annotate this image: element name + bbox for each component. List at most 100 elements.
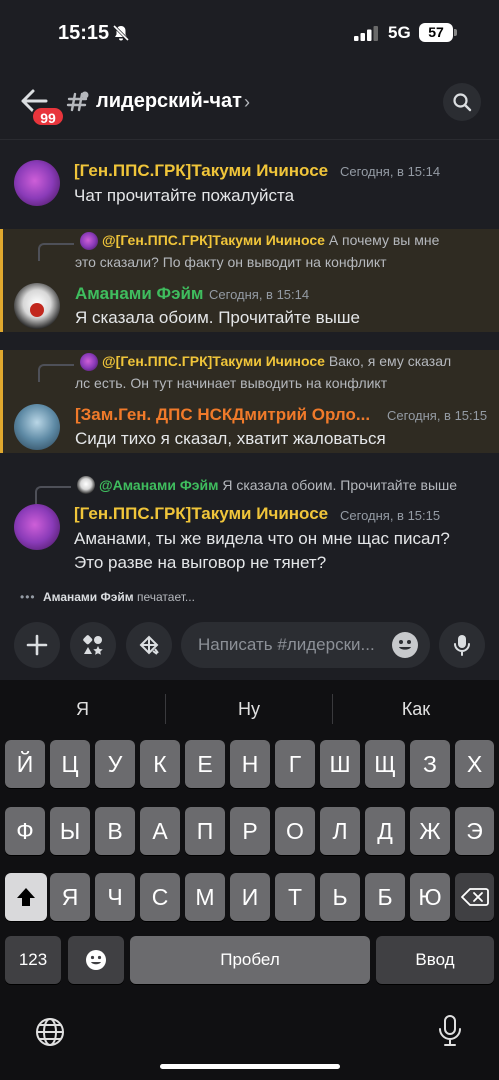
message-text: Чат прочитайте пожалуйста [74,186,295,205]
message-item[interactable]: @[Ген.ППС.ГРК]Такуми Ичиносе А почему вы… [0,229,499,332]
key[interactable]: Ш [320,740,360,788]
key[interactable]: Б [365,873,405,921]
keyboard: Я Ну Как Й Ц У К Е Н Г Ш Щ З Х Ф Ы В А П… [0,680,499,1080]
message-author[interactable]: [Зам.Ген. ДПС НСКДмитрий Орло... [75,405,370,425]
silent-bell-icon [112,24,130,42]
message-author[interactable]: Аманами Фэйм [75,284,203,304]
message-input[interactable]: Написать #лидерски... [181,622,430,668]
reply-connector [38,243,74,261]
globe-icon[interactable] [34,1016,66,1048]
reply-preview[interactable]: @[Ген.ППС.ГРК]Такуми Ичиносе А почему вы… [102,230,498,251]
search-icon [453,93,472,112]
key[interactable]: Д [365,807,405,855]
key[interactable]: Ц [50,740,90,788]
message-item[interactable]: [Ген.ППС.ГРК]Такуми Ичиносе Сегодня, в 1… [0,150,499,222]
message-text: Я сказала обоим. Прочитайте выше [75,308,360,327]
unread-badge: 99 [31,106,65,127]
key[interactable]: С [140,873,180,921]
key[interactable]: Э [455,807,494,855]
suggestion[interactable]: Ну [166,680,332,738]
battery-icon: 57 [419,23,457,42]
message-timestamp: Сегодня, в 15:14 [209,287,310,302]
reply-preview[interactable]: @[Ген.ППС.ГРК]Такуми Ичиносе Вако, я ему… [102,351,498,372]
space-key[interactable]: Пробел [130,936,370,984]
message-item[interactable]: @Аманами Фэйм Я сказала обоим. Прочитайт… [0,472,499,584]
avatar[interactable] [14,160,60,206]
typing-dots: ••• [20,590,36,604]
emoji-key[interactable] [68,936,124,984]
dictation-microphone-icon[interactable] [437,1014,463,1048]
key[interactable]: Ж [410,807,450,855]
status-time: 15:15 [58,22,110,44]
key[interactable]: Т [275,873,315,921]
emoji-icon[interactable] [392,632,418,658]
key[interactable]: Х [455,740,494,788]
key[interactable]: И [230,873,270,921]
home-indicator[interactable] [160,1064,340,1069]
key[interactable]: Е [185,740,225,788]
microphone-icon [454,635,470,656]
key[interactable]: У [95,740,135,788]
reply-avatar [80,353,98,371]
avatar[interactable] [14,404,60,450]
gift-icon [139,635,159,655]
apps-icon [83,635,103,655]
cellular-signal-icon [354,26,378,41]
key[interactable]: Ь [320,873,360,921]
reply-text: А почему вы мне [328,232,440,248]
backspace-key[interactable] [455,873,494,921]
reply-text: Я сказала обоим. Прочитайте выше [222,477,458,493]
key[interactable]: Щ [365,740,405,788]
shift-key[interactable] [5,873,47,921]
key[interactable]: З [410,740,450,788]
reply-author: @[Ген.ППС.ГРК]Такуми Ичиносе [102,232,325,248]
message-timestamp: Сегодня, в 15:14 [340,164,441,179]
numbers-key[interactable]: 123 [5,936,61,984]
key[interactable]: Ч [95,873,135,921]
key[interactable]: В [95,807,135,855]
status-bar: 15:15 5G 57 [0,0,499,64]
key[interactable]: Р [230,807,270,855]
key[interactable]: Л [320,807,360,855]
key[interactable]: О [275,807,315,855]
key[interactable]: М [185,873,225,921]
avatar[interactable] [14,504,60,550]
key[interactable]: Н [230,740,270,788]
key[interactable]: А [140,807,180,855]
search-button[interactable] [443,83,481,121]
key[interactable]: Й [5,740,45,788]
channel-header: 99 лидерский-чат › [0,64,499,140]
message-composer: Написать #лидерски... [0,612,499,682]
message-text-line: Аманами, ты же видела что он мне щас пис… [74,529,450,548]
typing-indicator: ••• Аманами Фэйм печатает... [20,590,195,604]
channel-title[interactable]: лидерский-чат [96,90,242,113]
apps-button[interactable] [70,622,116,668]
key[interactable]: П [185,807,225,855]
network-type: 5G [388,23,411,42]
key[interactable]: Ы [50,807,90,855]
message-author[interactable]: [Ген.ППС.ГРК]Такуми Ичиносе [74,161,328,181]
avatar[interactable] [14,283,60,329]
voice-message-button[interactable] [439,622,485,668]
return-key[interactable]: Ввод [376,936,494,984]
suggestion[interactable]: Я [0,680,165,738]
reply-preview-line2: лс есть. Он тут начинает выводить на кон… [75,375,388,391]
reply-avatar [77,476,95,494]
key[interactable]: Г [275,740,315,788]
key[interactable]: К [140,740,180,788]
chevron-right-icon[interactable]: › [244,92,250,113]
gift-nitro-button[interactable] [126,622,172,668]
typing-user: Аманами Фэйм [42,590,134,604]
reply-preview[interactable]: @Аманами Фэйм Я сказала обоим. Прочитайт… [99,475,495,496]
key[interactable]: Ю [410,873,450,921]
message-timestamp: Сегодня, в 15:15 [387,408,488,423]
emoji-icon [86,950,106,970]
key[interactable]: Ф [5,807,45,855]
reply-connector [35,486,71,504]
suggestion[interactable]: Как [333,680,499,738]
message-timestamp: Сегодня, в 15:15 [340,508,441,523]
message-author[interactable]: [Ген.ППС.ГРК]Такуми Ичиносе [74,504,328,524]
key[interactable]: Я [50,873,90,921]
message-item[interactable]: @[Ген.ППС.ГРК]Такуми Ичиносе Вако, я ему… [0,350,499,453]
add-attachment-button[interactable] [14,622,60,668]
